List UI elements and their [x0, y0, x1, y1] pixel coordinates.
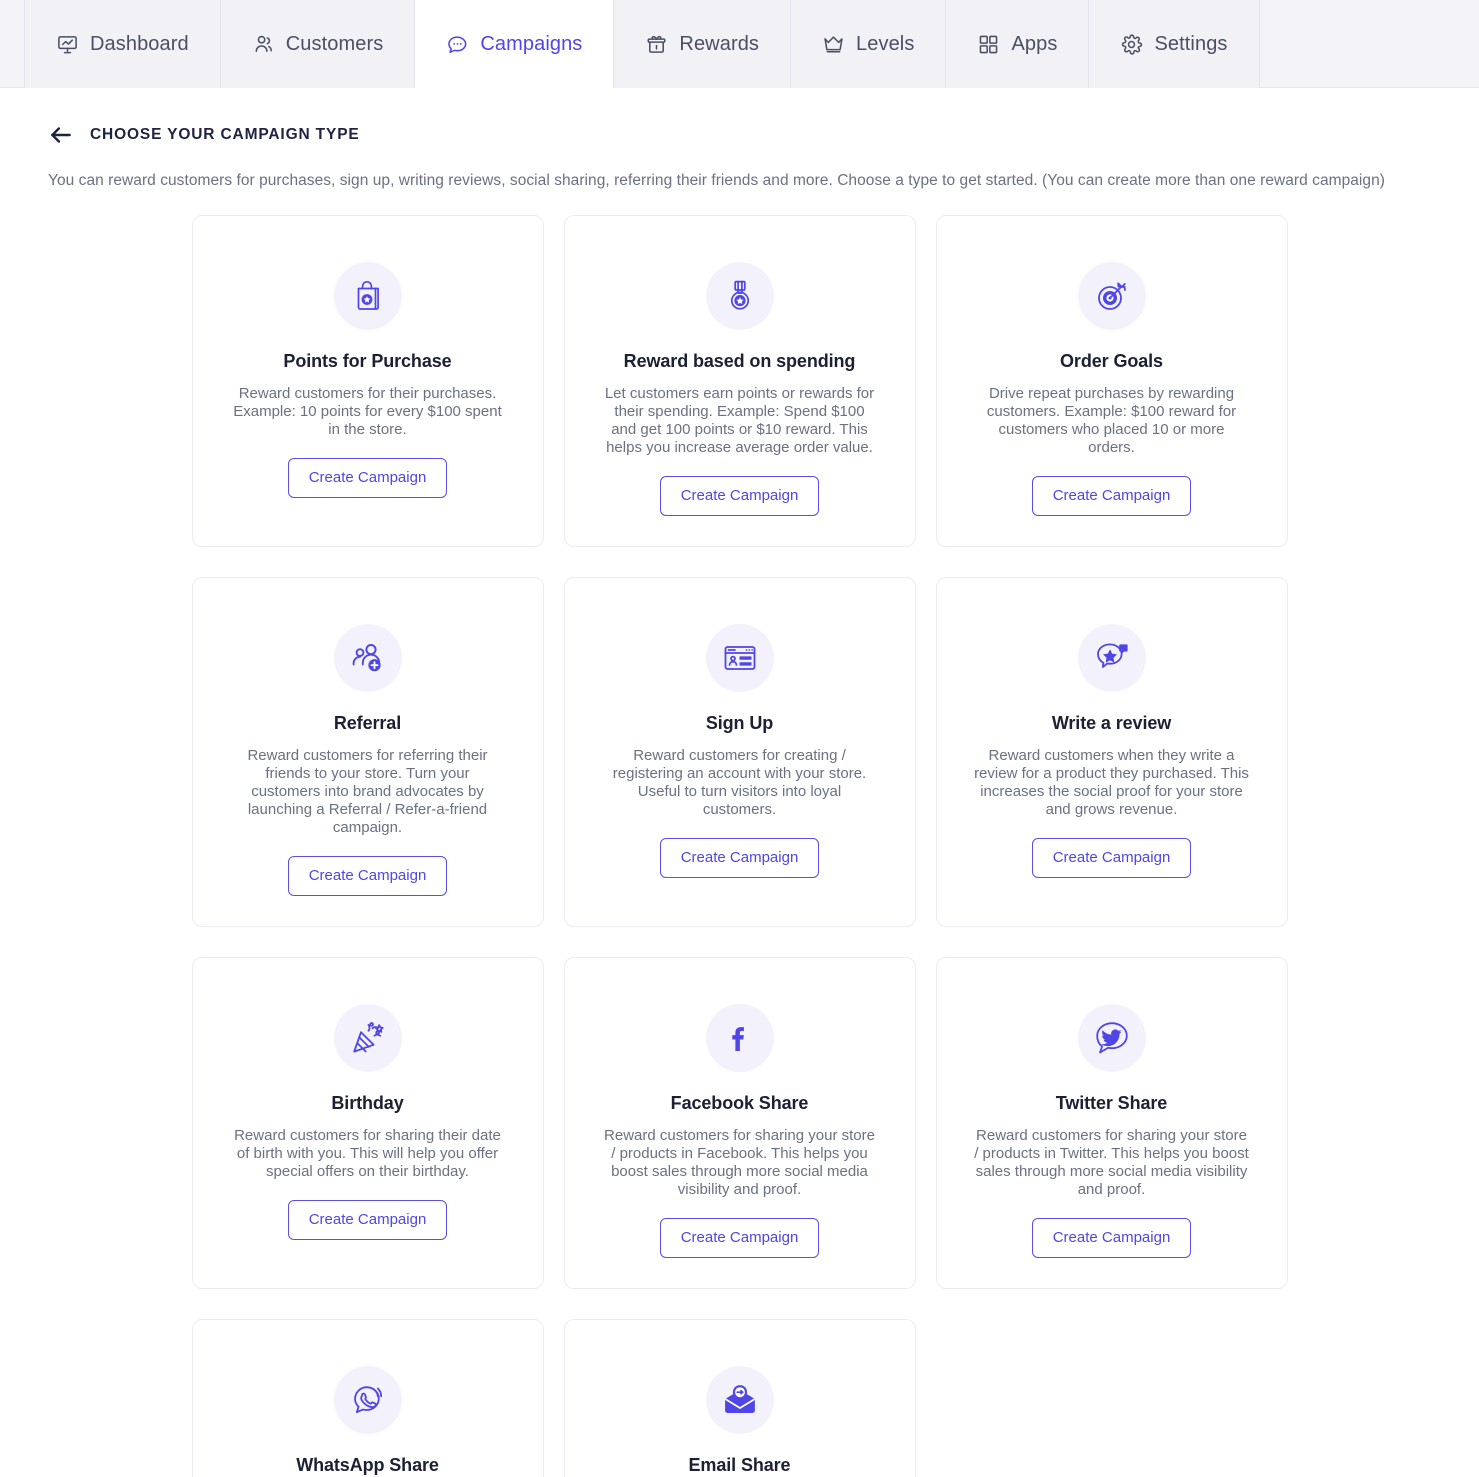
whatsapp-icon [333, 1366, 402, 1434]
tab-settings[interactable]: Settings [1089, 0, 1260, 88]
shopping-bag-star-icon [333, 262, 402, 330]
page-content: CHOOSE YOUR CAMPAIGN TYPE You can reward… [0, 88, 1479, 1477]
create-campaign-button[interactable]: Create Campaign [287, 458, 448, 498]
tab-label: Levels [856, 32, 915, 55]
customers-icon [252, 33, 275, 56]
card-title: Points for Purchase [283, 351, 452, 371]
card-description: Reward customers for referring their fri… [247, 747, 488, 836]
signup-form-window-icon [705, 624, 774, 692]
card-title: Write a review [1051, 713, 1172, 733]
twitter-icon [1077, 1004, 1146, 1072]
campaign-type-card[interactable]: Twitter Share Reward customers for sharin… [935, 957, 1288, 1289]
card-title: Reward based on spending [623, 351, 856, 371]
tab-rewards[interactable]: Rewards [614, 0, 792, 88]
card-description: Reward customers for creating / register… [612, 747, 867, 818]
tab-campaigns[interactable]: Campaigns [415, 0, 615, 88]
card-description: Let customers earn points or rewards for… [604, 385, 875, 456]
create-campaign-button[interactable]: Create Campaign [659, 476, 820, 516]
page-header: CHOOSE YOUR CAMPAIGN TYPE You can reward… [0, 88, 1479, 190]
card-title: Birthday [331, 1093, 404, 1113]
card-title: Order Goals [1060, 351, 1163, 371]
tab-levels[interactable]: Levels [791, 0, 947, 88]
tab-label: Settings [1154, 32, 1228, 55]
tab-dashboard[interactable]: Dashboard [24, 0, 221, 88]
create-campaign-button[interactable]: Create Campaign [659, 1218, 820, 1258]
create-campaign-button[interactable]: Create Campaign [1031, 1218, 1192, 1258]
tab-customers[interactable]: Customers [220, 0, 416, 88]
card-title: Email Share [688, 1455, 791, 1475]
card-description: Reward customers for sharing their date … [234, 1127, 501, 1180]
tab-label: Dashboard [90, 32, 189, 55]
review-star-bubble-icon [1077, 624, 1146, 692]
settings-gear-icon [1120, 33, 1143, 56]
card-description: Drive repeat purchases by rewarding cust… [986, 385, 1237, 456]
campaign-type-card[interactable]: Referral Reward customers for referring t… [191, 577, 544, 927]
dashboard-icon [56, 33, 79, 56]
card-title: Sign Up [705, 713, 774, 733]
target-arrow-icon [1077, 262, 1146, 330]
tab-label: Apps [1011, 32, 1058, 55]
create-campaign-button[interactable]: Create Campaign [1031, 476, 1192, 516]
levels-crown-icon [822, 33, 845, 56]
tab-label: Rewards [679, 32, 760, 55]
campaign-type-card[interactable]: Points for Purchase Reward customers for … [191, 215, 544, 547]
tab-apps[interactable]: Apps [946, 0, 1090, 88]
page-subtitle: You can reward customers for purchases, … [48, 172, 1385, 189]
card-title: Referral [333, 713, 402, 733]
campaign-type-card[interactable]: Reward based on spending Let customers ea… [563, 215, 916, 547]
breadcrumb: CHOOSE YOUR CAMPAIGN TYPE [48, 122, 1431, 148]
apps-grid-icon [977, 33, 1000, 56]
campaign-type-grid: Points for Purchase Reward customers for … [0, 215, 1479, 1477]
campaign-type-card[interactable]: WhatsApp ShareLet customers share your p… [191, 1319, 544, 1477]
email-share-icon [705, 1366, 774, 1434]
card-title: Twitter Share [1055, 1093, 1168, 1113]
campaign-type-card[interactable]: Write a review Reward customers when they… [935, 577, 1288, 927]
create-campaign-button[interactable]: Create Campaign [1031, 838, 1192, 878]
card-title: WhatsApp Share [296, 1455, 439, 1475]
campaigns-icon [446, 33, 469, 56]
card-description: Reward customers for sharing your store … [604, 1127, 875, 1198]
tab-label: Customers [285, 32, 384, 55]
party-popper-icon [333, 1004, 402, 1072]
main-tab-bar: Dashboard Customers Campaigns Rewards Levels… [0, 0, 1479, 88]
users-add-icon [333, 624, 402, 692]
medal-star-icon [705, 262, 774, 330]
rewards-icon [645, 33, 668, 56]
back-arrow-icon[interactable] [48, 122, 74, 148]
campaign-type-card[interactable]: Email ShareReward customers for sharing … [563, 1319, 916, 1477]
facebook-icon [705, 1004, 774, 1072]
tab-label: Campaigns [480, 32, 583, 55]
create-campaign-button[interactable]: Create Campaign [287, 1200, 448, 1240]
card-description: Reward customers for sharing your store … [974, 1127, 1249, 1198]
page-title: CHOOSE YOUR CAMPAIGN TYPE [90, 126, 360, 143]
campaign-type-card[interactable]: Birthday Reward customers for sharing the… [191, 957, 544, 1289]
card-title: Facebook Share [670, 1093, 809, 1113]
campaign-type-card[interactable]: Order Goals Drive repeat purchases by rew… [935, 215, 1288, 547]
create-campaign-button[interactable]: Create Campaign [659, 838, 820, 878]
campaign-type-card[interactable]: Sign Up Reward customers for creating / r… [563, 577, 916, 927]
campaign-type-card[interactable]: Facebook Share Reward customers for shari… [563, 957, 916, 1289]
card-description: Reward customers when they write a revie… [974, 747, 1249, 818]
create-campaign-button[interactable]: Create Campaign [287, 856, 448, 896]
card-description: Reward customers for their purchases. Ex… [233, 385, 502, 438]
